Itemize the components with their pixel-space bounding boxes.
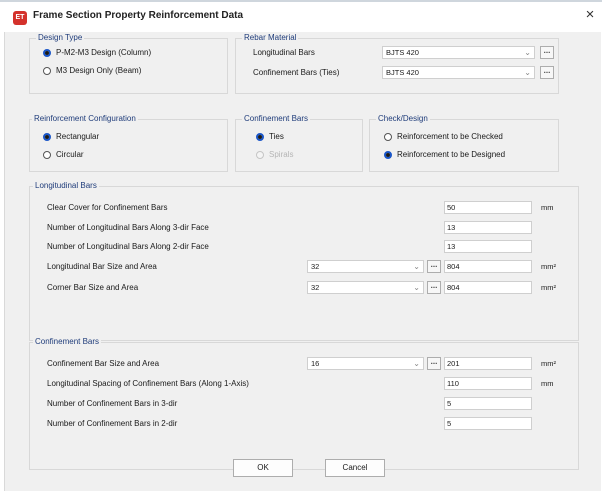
num-long-bars-2dir-label: Number of Longitudinal Bars Along 2-dir … (47, 242, 209, 251)
confinement-bars-group: Confinement Bars Confinement Bar Size an… (29, 337, 579, 470)
rebar-material-legend: Rebar Material (242, 33, 299, 42)
radio-rectangular[interactable] (43, 133, 51, 141)
corner-bar-area-unit: mm² (541, 283, 556, 292)
confinement-bars-material-select[interactable]: BJTS 420 ⌄ (382, 66, 535, 79)
confinement-bars-material-value: BJTS 420 (386, 68, 419, 77)
window-title: Frame Section Property Reinforcement Dat… (33, 10, 244, 21)
radio-spirals-label: Spirals (269, 150, 294, 159)
long-bar-area-unit: mm² (541, 262, 556, 271)
confinement-bar-size-more-button[interactable]: ... (427, 357, 441, 370)
longitudinal-bars-material-more-button[interactable]: ... (540, 46, 554, 59)
etabs-app-icon: ET (13, 11, 27, 25)
confinement-bars-type-group: Confinement Bars Ties Spirals (235, 114, 363, 172)
confinement-spacing-input[interactable]: 110 (444, 377, 532, 390)
confinement-spacing-label: Longitudinal Spacing of Confinement Bars… (47, 379, 249, 388)
reinforcement-configuration-legend: Reinforcement Configuration (32, 114, 138, 123)
radio-spirals (256, 151, 264, 159)
corner-bar-size-more-button[interactable]: ... (427, 281, 441, 294)
close-icon[interactable]: × (582, 7, 598, 23)
rebar-material-group: Rebar Material Longitudinal Bars BJTS 42… (235, 33, 559, 94)
radio-ties[interactable] (256, 133, 264, 141)
radio-m3-design-only-label: M3 Design Only (Beam) (56, 66, 142, 75)
long-bar-size-select[interactable]: 32 ⌄ (307, 260, 424, 273)
confinement-bars-material-more-button[interactable]: ... (540, 66, 554, 79)
confinement-spacing-unit: mm (541, 379, 554, 388)
confinement-bars-material-label: Confinement Bars (Ties) (253, 68, 340, 77)
chevron-down-icon: ⌄ (413, 262, 420, 271)
long-bar-size-more-button[interactable]: ... (427, 260, 441, 273)
title-bar[interactable]: ET Frame Section Property Reinforcement … (0, 2, 602, 32)
confinement-bar-size-area-label: Confinement Bar Size and Area (47, 359, 160, 368)
chevron-down-icon: ⌄ (524, 68, 531, 77)
corner-bar-area-input[interactable]: 804 (444, 281, 532, 294)
longitudinal-bars-legend: Longitudinal Bars (33, 181, 99, 190)
radio-reinforcement-checked-label: Reinforcement to be Checked (397, 132, 503, 141)
num-long-bars-3dir-label: Number of Longitudinal Bars Along 3-dir … (47, 223, 209, 232)
chevron-down-icon: ⌄ (524, 48, 531, 57)
confinement-bar-size-select[interactable]: 16 ⌄ (307, 357, 424, 370)
radio-reinforcement-designed-label: Reinforcement to be Designed (397, 150, 506, 159)
check-design-group: Check/Design Reinforcement to be Checked… (369, 114, 559, 172)
radio-pm2m3-design-label: P-M2-M3 Design (Column) (56, 48, 152, 57)
confinement-bar-area-input[interactable]: 201 (444, 357, 532, 370)
radio-pm2m3-design[interactable] (43, 49, 51, 57)
chevron-down-icon: ⌄ (413, 359, 420, 368)
num-confinement-2dir-label: Number of Confinement Bars in 2-dir (47, 419, 178, 428)
long-bar-area-input[interactable]: 804 (444, 260, 532, 273)
longitudinal-bars-group: Longitudinal Bars Clear Cover for Confin… (29, 181, 579, 341)
longitudinal-bars-material-value: BJTS 420 (386, 48, 419, 57)
longitudinal-bars-material-label: Longitudinal Bars (253, 48, 315, 57)
num-long-bars-2dir-input[interactable]: 13 (444, 240, 532, 253)
reinforcement-configuration-group: Reinforcement Configuration Rectangular … (29, 114, 228, 172)
confinement-bars-type-legend: Confinement Bars (242, 114, 311, 123)
design-type-group: Design Type P-M2-M3 Design (Column) M3 D… (29, 33, 228, 94)
num-confinement-2dir-input[interactable]: 5 (444, 417, 532, 430)
radio-m3-design-only[interactable] (43, 67, 51, 75)
dialog-body: Design Type P-M2-M3 Design (Column) M3 D… (4, 32, 601, 491)
radio-circular[interactable] (43, 151, 51, 159)
check-design-legend: Check/Design (376, 114, 430, 123)
radio-ties-label: Ties (269, 132, 284, 141)
corner-bar-size-area-label: Corner Bar Size and Area (47, 283, 139, 292)
clear-cover-input[interactable]: 50 (444, 201, 532, 214)
num-confinement-3dir-input[interactable]: 5 (444, 397, 532, 410)
cancel-button[interactable]: Cancel (325, 459, 385, 477)
corner-bar-size-value: 32 (311, 283, 320, 292)
num-confinement-3dir-label: Number of Confinement Bars in 3-dir (47, 399, 178, 408)
long-bar-size-value: 32 (311, 262, 320, 271)
clear-cover-unit: mm (541, 203, 554, 212)
confinement-bar-size-value: 16 (311, 359, 320, 368)
radio-reinforcement-designed[interactable] (384, 151, 392, 159)
clear-cover-label: Clear Cover for Confinement Bars (47, 203, 168, 212)
confinement-bars-legend: Confinement Bars (33, 337, 102, 346)
long-bar-size-area-label: Longitudinal Bar Size and Area (47, 262, 157, 271)
design-type-legend: Design Type (36, 33, 85, 42)
ok-button[interactable]: OK (233, 459, 293, 477)
longitudinal-bars-material-select[interactable]: BJTS 420 ⌄ (382, 46, 535, 59)
chevron-down-icon: ⌄ (413, 283, 420, 292)
num-long-bars-3dir-input[interactable]: 13 (444, 221, 532, 234)
radio-rectangular-label: Rectangular (56, 132, 100, 141)
corner-bar-size-select[interactable]: 32 ⌄ (307, 281, 424, 294)
confinement-bar-area-unit: mm² (541, 359, 556, 368)
radio-reinforcement-checked[interactable] (384, 133, 392, 141)
radio-circular-label: Circular (56, 150, 84, 159)
